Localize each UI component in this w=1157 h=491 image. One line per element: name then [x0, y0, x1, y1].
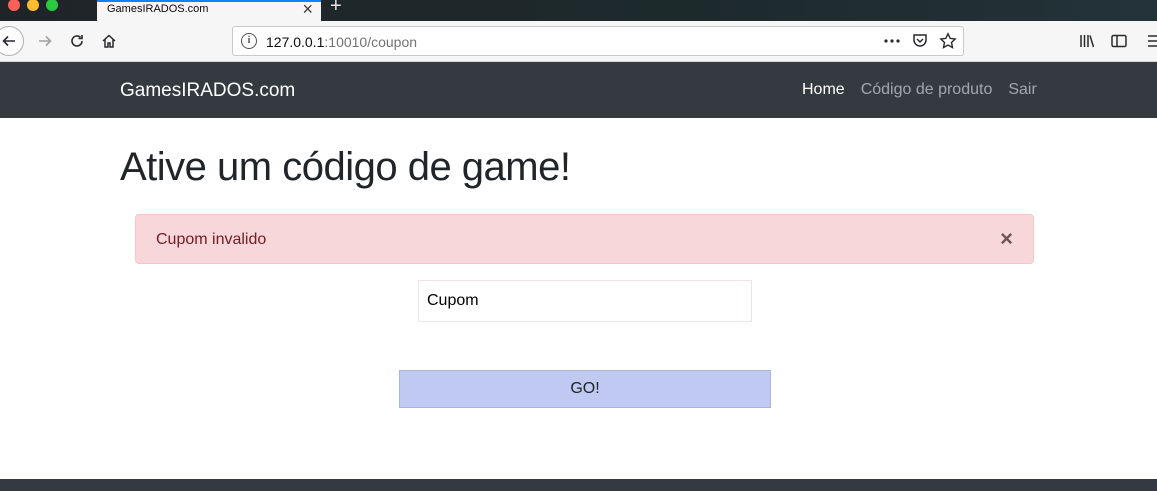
brand-logo-link[interactable]: GamesIRADOS.com	[120, 80, 295, 102]
url-text[interactable]: 127.0.0.1:10010/coupon	[266, 34, 417, 50]
nav-links: Home Código de produto Sair	[802, 81, 1037, 99]
sidebar-icon	[1111, 34, 1127, 48]
url-host: 127.0.0.1	[266, 34, 325, 50]
address-bar[interactable]: i 127.0.0.1:10010/coupon	[232, 26, 964, 56]
page-actions-icon[interactable]	[883, 32, 901, 50]
page-title: Ative um código de game!	[120, 145, 571, 189]
forward-arrow-icon	[39, 35, 52, 47]
library-icon	[1080, 35, 1095, 48]
bookmark-star-icon[interactable]	[939, 32, 957, 50]
back-arrow-icon	[2, 35, 15, 47]
close-tab-icon[interactable]: ×	[302, 0, 313, 18]
forward-button[interactable]	[34, 30, 56, 52]
url-actions	[883, 30, 957, 52]
maximize-window-icon[interactable]	[46, 0, 58, 11]
nav-link-home[interactable]: Home	[802, 81, 845, 99]
site-info-icon[interactable]: i	[241, 33, 257, 49]
hamburger-menu-icon	[1148, 35, 1157, 47]
site-navbar: GamesIRADOS.com Home Código de produto S…	[0, 62, 1157, 118]
browser-tab-strip: GamesIRADOS.com × +	[0, 0, 1157, 21]
library-button[interactable]	[1076, 30, 1098, 52]
footer-bar	[0, 479, 1157, 491]
back-button[interactable]	[0, 26, 24, 56]
close-window-icon[interactable]	[8, 0, 20, 11]
go-button[interactable]: GO!	[399, 370, 771, 408]
alert-message: Cupom invalido	[156, 231, 267, 248]
coupon-input[interactable]	[418, 280, 752, 322]
alert-close-icon[interactable]: ×	[1000, 228, 1013, 250]
sidebar-button[interactable]	[1108, 30, 1130, 52]
nav-link-sair[interactable]: Sair	[1008, 81, 1036, 99]
menu-button[interactable]	[1144, 30, 1157, 52]
reload-button[interactable]	[66, 30, 88, 52]
minimize-window-icon[interactable]	[27, 0, 39, 11]
home-button[interactable]	[98, 30, 120, 52]
browser-tab-title: GamesIRADOS.com	[107, 3, 209, 15]
new-tab-icon[interactable]: +	[330, 0, 342, 16]
pocket-icon[interactable]	[911, 32, 929, 50]
home-icon	[102, 34, 116, 48]
reload-icon	[71, 35, 83, 47]
browser-toolbar: i 127.0.0.1:10010/coupon	[0, 21, 1157, 62]
error-alert: Cupom invalido ×	[135, 214, 1034, 264]
browser-tab[interactable]: GamesIRADOS.com ×	[97, 0, 321, 21]
nav-link-codigo-de-produto[interactable]: Código de produto	[861, 81, 993, 99]
url-path: :10010/coupon	[324, 34, 418, 50]
